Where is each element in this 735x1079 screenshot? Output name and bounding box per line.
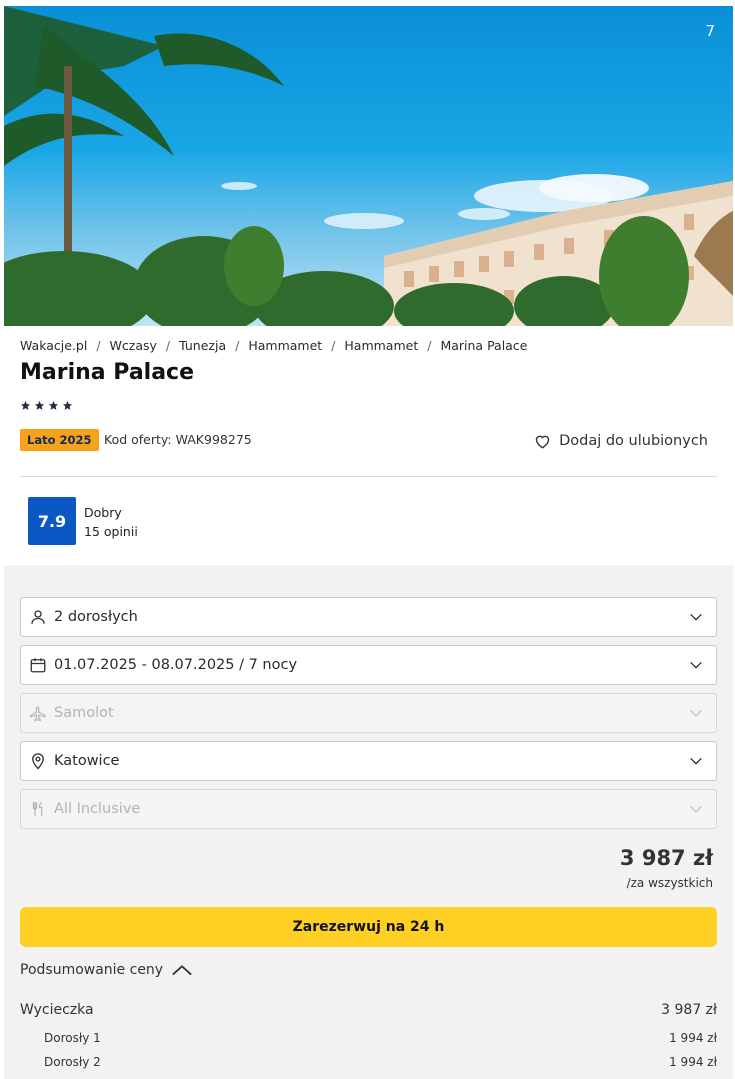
person-icon — [31, 610, 45, 624]
breadcrumb-separator: / — [331, 338, 336, 353]
chevron-down-icon — [690, 805, 702, 813]
price-line-trip: Wycieczka 3 987 zł — [20, 1002, 717, 1018]
calendar-icon — [30, 658, 46, 673]
location-pin-icon — [32, 753, 44, 770]
breadcrumb-item[interactable]: Hammamet — [248, 338, 322, 353]
heart-icon — [535, 435, 550, 449]
star-icon — [34, 400, 45, 410]
breadcrumb-item[interactable]: Hammamet — [344, 338, 418, 353]
breadcrumb-item[interactable]: Tunezja — [179, 338, 226, 353]
chevron-down-icon — [690, 613, 702, 621]
add-to-favorites-button[interactable]: Dodaj do ulubionych — [534, 433, 708, 449]
price-line-label: Dorosły 2 — [44, 1055, 101, 1069]
hotel-hero-image[interactable]: 7 — [4, 6, 733, 326]
breadcrumb-separator: / — [235, 338, 240, 353]
price-line-value: 3 987 zł — [661, 1002, 717, 1018]
total-price: 3 987 zł — [619, 846, 713, 870]
price-line-value: 1 994 zł — [669, 1031, 717, 1045]
price-line-value: 1 994 zł — [669, 1055, 717, 1069]
chevron-down-icon — [690, 709, 702, 717]
hotel-photo — [4, 6, 733, 326]
season-badge: Lato 2025 — [20, 429, 99, 451]
transport-value: Samolot — [54, 705, 114, 721]
breadcrumb-separator: / — [165, 338, 171, 353]
rating-summary[interactable]: Dobry 15 opinii — [84, 503, 138, 541]
price-line-label: Dorosły 1 — [44, 1031, 101, 1045]
board-select: All Inclusive — [20, 789, 717, 829]
departure-select[interactable]: Katowice — [20, 741, 717, 781]
rating-score-badge[interactable]: 7.9 — [28, 497, 76, 545]
hotel-name: Marina Palace — [20, 360, 195, 385]
star-icon — [62, 400, 73, 410]
price-summary-toggle[interactable]: Podsumowanie ceny — [20, 962, 193, 978]
breadcrumb-item[interactable]: Wakacje.pl — [20, 338, 87, 353]
breadcrumb-separator: / — [96, 338, 101, 353]
price-line-adult-2: Dorosły 2 1 994 zł — [20, 1055, 717, 1069]
travelers-select[interactable]: 2 dorosłych — [20, 597, 717, 637]
reviews-count: 15 opinii — [84, 524, 138, 539]
photo-count: 7 — [705, 22, 715, 40]
book-button[interactable]: Zarezerwuj na 24 h — [20, 907, 717, 947]
breadcrumb: Wakacje.pl / Wczasy / Tunezja / Hammamet… — [20, 338, 527, 353]
offer-code: Kod oferty: WAK998275 — [104, 432, 252, 447]
board-value: All Inclusive — [54, 801, 141, 817]
airplane-icon — [29, 706, 46, 722]
star-icon — [48, 400, 59, 410]
hotel-star-rating — [20, 400, 73, 411]
cutlery-icon — [32, 801, 43, 816]
rating-label: Dobry — [84, 505, 122, 520]
departure-value: Katowice — [54, 753, 120, 769]
divider — [20, 476, 717, 477]
chevron-down-icon — [690, 757, 702, 765]
add-to-favorites-label: Dodaj do ulubionych — [559, 433, 708, 449]
transport-select: Samolot — [20, 693, 717, 733]
star-icon — [20, 400, 31, 410]
dates-select[interactable]: 01.07.2025 - 08.07.2025 / 7 nocy — [20, 645, 717, 685]
breadcrumb-item[interactable]: Wczasy — [110, 338, 157, 353]
chevron-down-icon — [690, 661, 702, 669]
price-line-adult-1: Dorosły 1 1 994 zł — [20, 1031, 717, 1045]
breadcrumb-separator: / — [427, 338, 432, 353]
total-price-note: /za wszystkich — [626, 876, 713, 890]
breadcrumb-item-current[interactable]: Marina Palace — [440, 338, 527, 353]
dates-value: 01.07.2025 - 08.07.2025 / 7 nocy — [54, 657, 298, 673]
price-line-label: Wycieczka — [20, 1002, 94, 1018]
travelers-value: 2 dorosłych — [54, 609, 138, 625]
price-summary-label: Podsumowanie ceny — [20, 962, 164, 978]
chevron-up-icon — [172, 965, 192, 976]
